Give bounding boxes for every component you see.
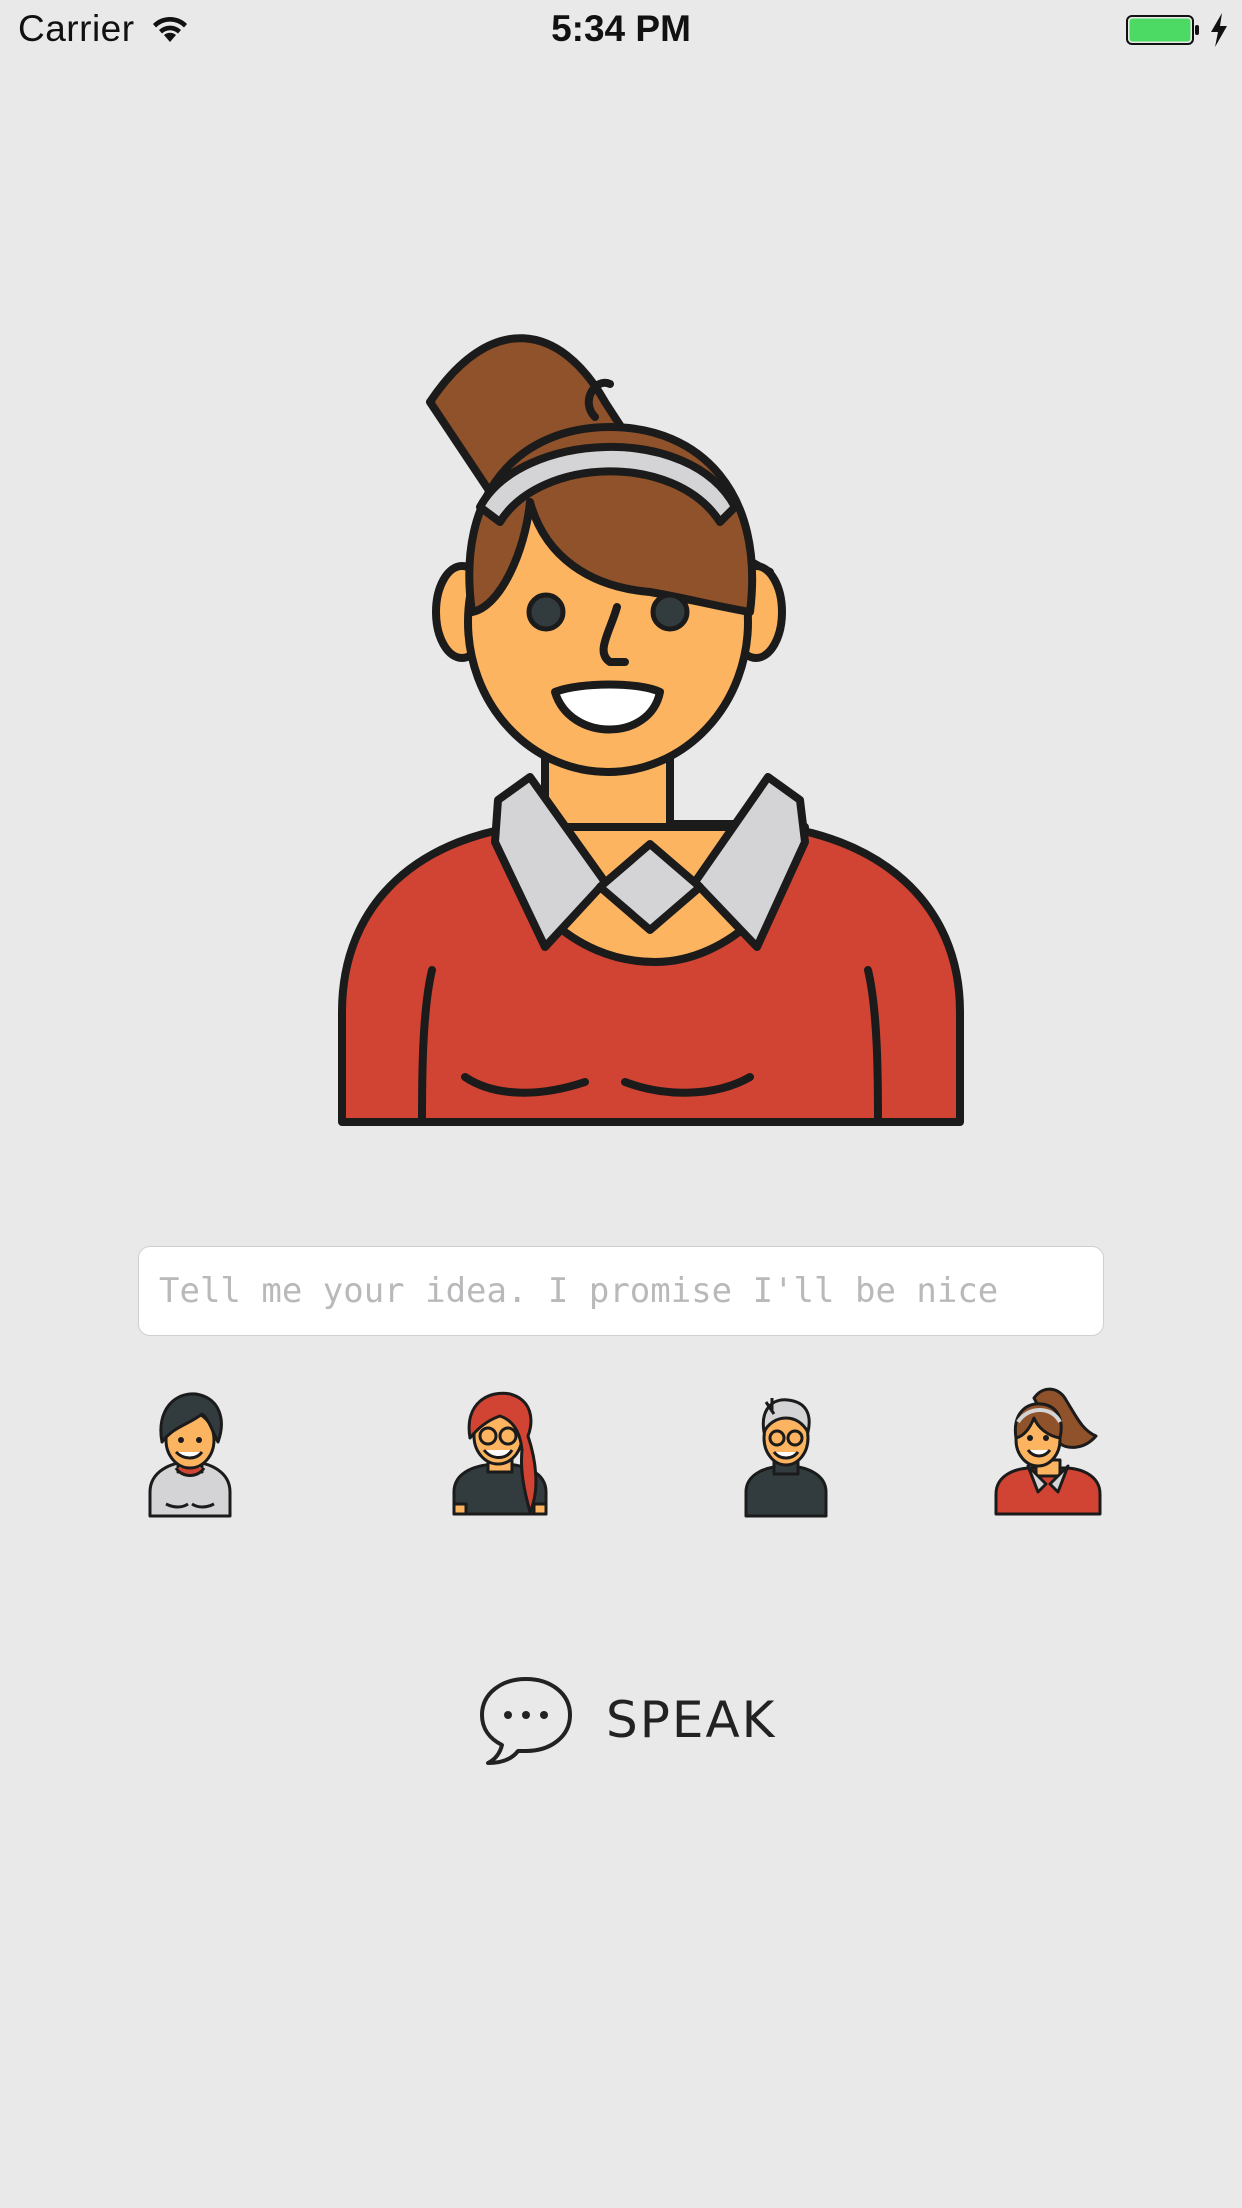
old-man-glasses-avatar-icon: [744, 1398, 828, 1518]
persona-option-1[interactable]: [130, 1380, 250, 1518]
woman-red-hair-glasses-avatar-icon: [452, 1391, 548, 1516]
woman-dark-hair-gray-top-avatar-icon: [148, 1392, 232, 1518]
speak-button[interactable]: SPEAK: [478, 1672, 778, 1768]
charging-bolt-icon: [1211, 13, 1227, 47]
persona-option-2[interactable]: [440, 1380, 560, 1518]
speak-label: SPEAK: [606, 1691, 777, 1749]
status-bar: Carrier 5:34 PM: [0, 0, 1242, 62]
idea-input[interactable]: [138, 1246, 1104, 1336]
clock: 5:34 PM: [551, 8, 691, 49]
battery-icon: [1126, 15, 1199, 45]
selected-persona-avatar: [338, 334, 964, 1126]
persona-option-4[interactable]: [988, 1380, 1108, 1518]
woman-ponytail-red-sweater-avatar-icon: [994, 1387, 1102, 1516]
speech-bubble-icon: [480, 1677, 572, 1765]
persona-option-3[interactable]: [726, 1380, 846, 1518]
